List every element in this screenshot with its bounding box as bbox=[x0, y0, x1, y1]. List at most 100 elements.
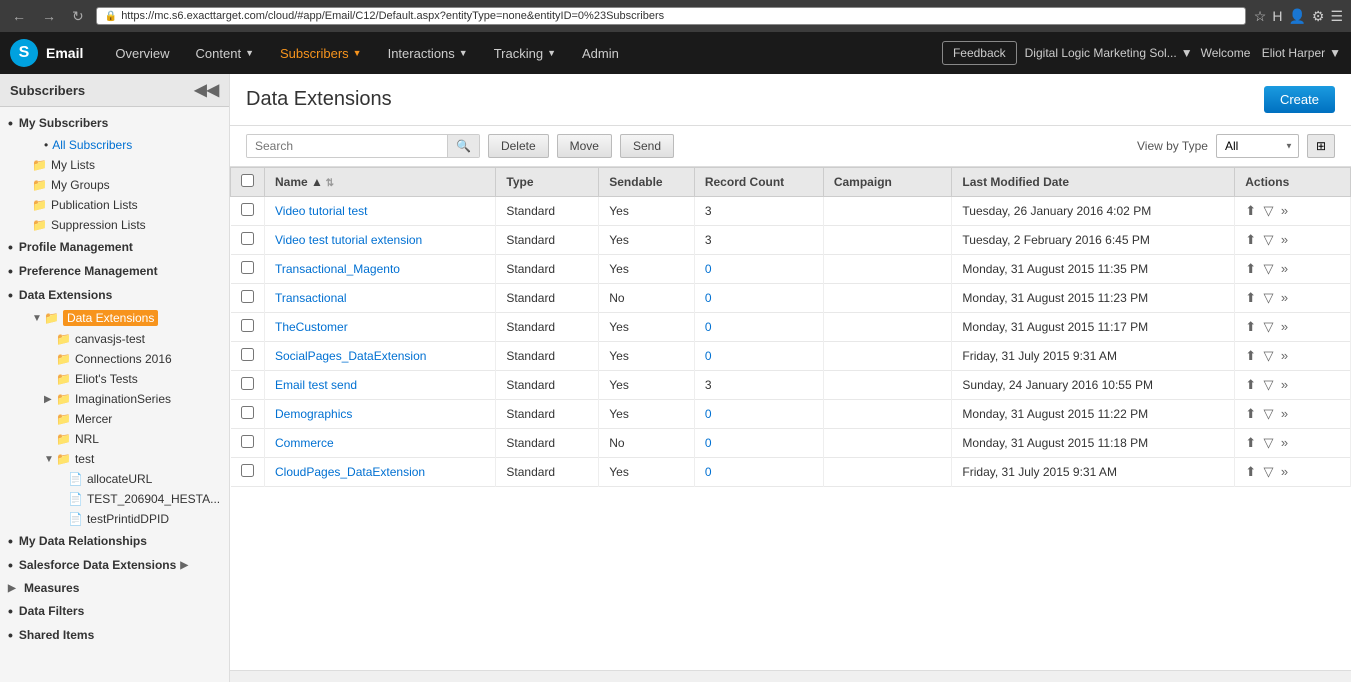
settings-icon[interactable]: ⚙ bbox=[1312, 8, 1325, 25]
record-count-link[interactable]: 0 bbox=[705, 262, 712, 276]
sidebar-item-preference-management[interactable]: • Preference Management bbox=[0, 259, 229, 283]
action-send-icon[interactable]: ⬆ bbox=[1245, 290, 1256, 305]
sidebar-item-test-206904[interactable]: 📄 TEST_206904_HESTA... bbox=[0, 489, 229, 509]
sidebar-item-nrl[interactable]: 📁 NRL bbox=[0, 429, 229, 449]
action-send-icon[interactable]: ⬆ bbox=[1245, 435, 1256, 450]
row-checkbox[interactable] bbox=[241, 232, 254, 245]
menu-icon[interactable]: ☰ bbox=[1330, 8, 1343, 25]
th-name[interactable]: Name ▲ bbox=[265, 168, 496, 197]
action-filter-icon[interactable]: ▽ bbox=[1264, 203, 1274, 218]
action-more-icon[interactable]: » bbox=[1281, 232, 1288, 247]
sidebar-item-connections-2016[interactable]: 📁 Connections 2016 bbox=[0, 349, 229, 369]
sidebar-item-salesforce-data-extensions[interactable]: • Salesforce Data Extensions ▶ bbox=[0, 553, 229, 577]
delete-button[interactable]: Delete bbox=[488, 134, 549, 158]
nav-item-tracking[interactable]: Tracking ▼ bbox=[482, 38, 568, 69]
action-more-icon[interactable]: » bbox=[1281, 348, 1288, 363]
feedback-button[interactable]: Feedback bbox=[942, 41, 1017, 65]
nav-item-content[interactable]: Content ▼ bbox=[184, 38, 266, 69]
row-checkbox[interactable] bbox=[241, 435, 254, 448]
horizontal-scrollbar[interactable] bbox=[230, 670, 1351, 682]
sidebar-item-allocate-url[interactable]: 📄 allocateURL bbox=[0, 469, 229, 489]
sidebar-item-imagination-series[interactable]: ▶ 📁 ImaginationSeries bbox=[0, 389, 229, 409]
action-filter-icon[interactable]: ▽ bbox=[1264, 232, 1274, 247]
action-send-icon[interactable]: ⬆ bbox=[1245, 377, 1256, 392]
action-more-icon[interactable]: » bbox=[1281, 290, 1288, 305]
nav-item-overview[interactable]: Overview bbox=[103, 38, 181, 69]
sidebar-item-profile-management[interactable]: • Profile Management bbox=[0, 235, 229, 259]
action-send-icon[interactable]: ⬆ bbox=[1245, 232, 1256, 247]
sidebar-item-eliots-tests[interactable]: 📁 Eliot's Tests bbox=[0, 369, 229, 389]
row-checkbox[interactable] bbox=[241, 348, 254, 361]
action-filter-icon[interactable]: ▽ bbox=[1264, 406, 1274, 421]
sidebar-item-data-filters[interactable]: • Data Filters bbox=[0, 599, 229, 623]
sidebar-item-data-extensions-folder[interactable]: ▼ 📁 Data Extensions bbox=[0, 307, 229, 329]
profile-icon[interactable]: 👤 bbox=[1288, 8, 1305, 25]
select-all-checkbox[interactable] bbox=[241, 174, 254, 187]
row-name-link[interactable]: Demographics bbox=[275, 407, 352, 421]
action-send-icon[interactable]: ⬆ bbox=[1245, 406, 1256, 421]
move-button[interactable]: Move bbox=[557, 134, 612, 158]
refresh-button[interactable]: ↻ bbox=[68, 6, 88, 27]
record-count-link[interactable]: 0 bbox=[705, 291, 712, 305]
create-button[interactable]: Create bbox=[1264, 86, 1335, 113]
action-send-icon[interactable]: ⬆ bbox=[1245, 203, 1256, 218]
action-filter-icon[interactable]: ▽ bbox=[1264, 464, 1274, 479]
org-selector[interactable]: Digital Logic Marketing Sol... ▼ bbox=[1025, 46, 1193, 60]
sidebar-item-my-lists[interactable]: 📁 My Lists bbox=[0, 155, 229, 175]
action-more-icon[interactable]: » bbox=[1281, 261, 1288, 276]
sidebar-item-all-subscribers[interactable]: • All Subscribers bbox=[0, 135, 229, 155]
action-send-icon[interactable]: ⬆ bbox=[1245, 319, 1256, 334]
sidebar-item-my-subscribers[interactable]: • My Subscribers bbox=[0, 111, 229, 135]
action-send-icon[interactable]: ⬆ bbox=[1245, 348, 1256, 363]
action-filter-icon[interactable]: ▽ bbox=[1264, 290, 1274, 305]
record-count-link[interactable]: 0 bbox=[705, 436, 712, 450]
record-count-link[interactable]: 0 bbox=[705, 407, 712, 421]
record-count-link[interactable]: 0 bbox=[705, 320, 712, 334]
action-more-icon[interactable]: » bbox=[1281, 464, 1288, 479]
sidebar-item-my-groups[interactable]: 📁 My Groups bbox=[0, 175, 229, 195]
action-more-icon[interactable]: » bbox=[1281, 435, 1288, 450]
action-more-icon[interactable]: » bbox=[1281, 203, 1288, 218]
row-checkbox[interactable] bbox=[241, 261, 254, 274]
record-count-link[interactable]: 0 bbox=[705, 349, 712, 363]
sidebar-item-canvasjs-test[interactable]: 📁 canvasjs-test bbox=[0, 329, 229, 349]
sidebar-item-measures[interactable]: ▶ Measures bbox=[0, 577, 229, 599]
row-name-link[interactable]: Transactional bbox=[275, 291, 347, 305]
url-bar[interactable]: 🔒 https://mc.s6.exacttarget.com/cloud/#a… bbox=[96, 7, 1246, 25]
row-checkbox[interactable] bbox=[241, 377, 254, 390]
sidebar-item-data-extensions[interactable]: • Data Extensions bbox=[0, 283, 229, 307]
row-name-link[interactable]: SocialPages_DataExtension bbox=[275, 349, 426, 363]
user-welcome[interactable]: Welcome Eliot Harper ▼ bbox=[1201, 46, 1341, 60]
view-type-select[interactable]: All Standard Filtered Random bbox=[1216, 134, 1299, 158]
row-name-link[interactable]: Transactional_Magento bbox=[275, 262, 400, 276]
nav-item-interactions[interactable]: Interactions ▼ bbox=[376, 38, 480, 69]
sidebar-collapse-button[interactable]: ◀◀ bbox=[194, 80, 219, 100]
extensions-icon[interactable]: H bbox=[1272, 8, 1282, 24]
action-send-icon[interactable]: ⬆ bbox=[1245, 464, 1256, 479]
nav-item-admin[interactable]: Admin bbox=[570, 38, 631, 69]
row-checkbox[interactable] bbox=[241, 406, 254, 419]
bookmark-icon[interactable]: ☆ bbox=[1254, 8, 1267, 25]
row-checkbox[interactable] bbox=[241, 464, 254, 477]
search-button[interactable]: 🔍 bbox=[447, 135, 479, 157]
sidebar-item-test-printid[interactable]: 📄 testPrintidDPID bbox=[0, 509, 229, 529]
row-name-link[interactable]: Video test tutorial extension bbox=[275, 233, 422, 247]
row-checkbox[interactable] bbox=[241, 290, 254, 303]
row-name-link[interactable]: CloudPages_DataExtension bbox=[275, 465, 425, 479]
row-name-link[interactable]: Video tutorial test bbox=[275, 204, 368, 218]
back-button[interactable]: ← bbox=[8, 6, 30, 26]
view-grid-button[interactable]: ⊞ bbox=[1307, 134, 1335, 158]
action-filter-icon[interactable]: ▽ bbox=[1264, 348, 1274, 363]
sidebar-item-my-data-relationships[interactable]: • My Data Relationships bbox=[0, 529, 229, 553]
action-filter-icon[interactable]: ▽ bbox=[1264, 261, 1274, 276]
row-checkbox[interactable] bbox=[241, 319, 254, 332]
row-name-link[interactable]: Commerce bbox=[275, 436, 334, 450]
action-filter-icon[interactable]: ▽ bbox=[1264, 435, 1274, 450]
record-count-link[interactable]: 0 bbox=[705, 465, 712, 479]
sidebar-item-publication-lists[interactable]: 📁 Publication Lists bbox=[0, 195, 229, 215]
row-name-link[interactable]: Email test send bbox=[275, 378, 357, 392]
action-more-icon[interactable]: » bbox=[1281, 377, 1288, 392]
sidebar-item-shared-items[interactable]: • Shared Items bbox=[0, 623, 229, 647]
row-checkbox[interactable] bbox=[241, 203, 254, 216]
action-more-icon[interactable]: » bbox=[1281, 406, 1288, 421]
